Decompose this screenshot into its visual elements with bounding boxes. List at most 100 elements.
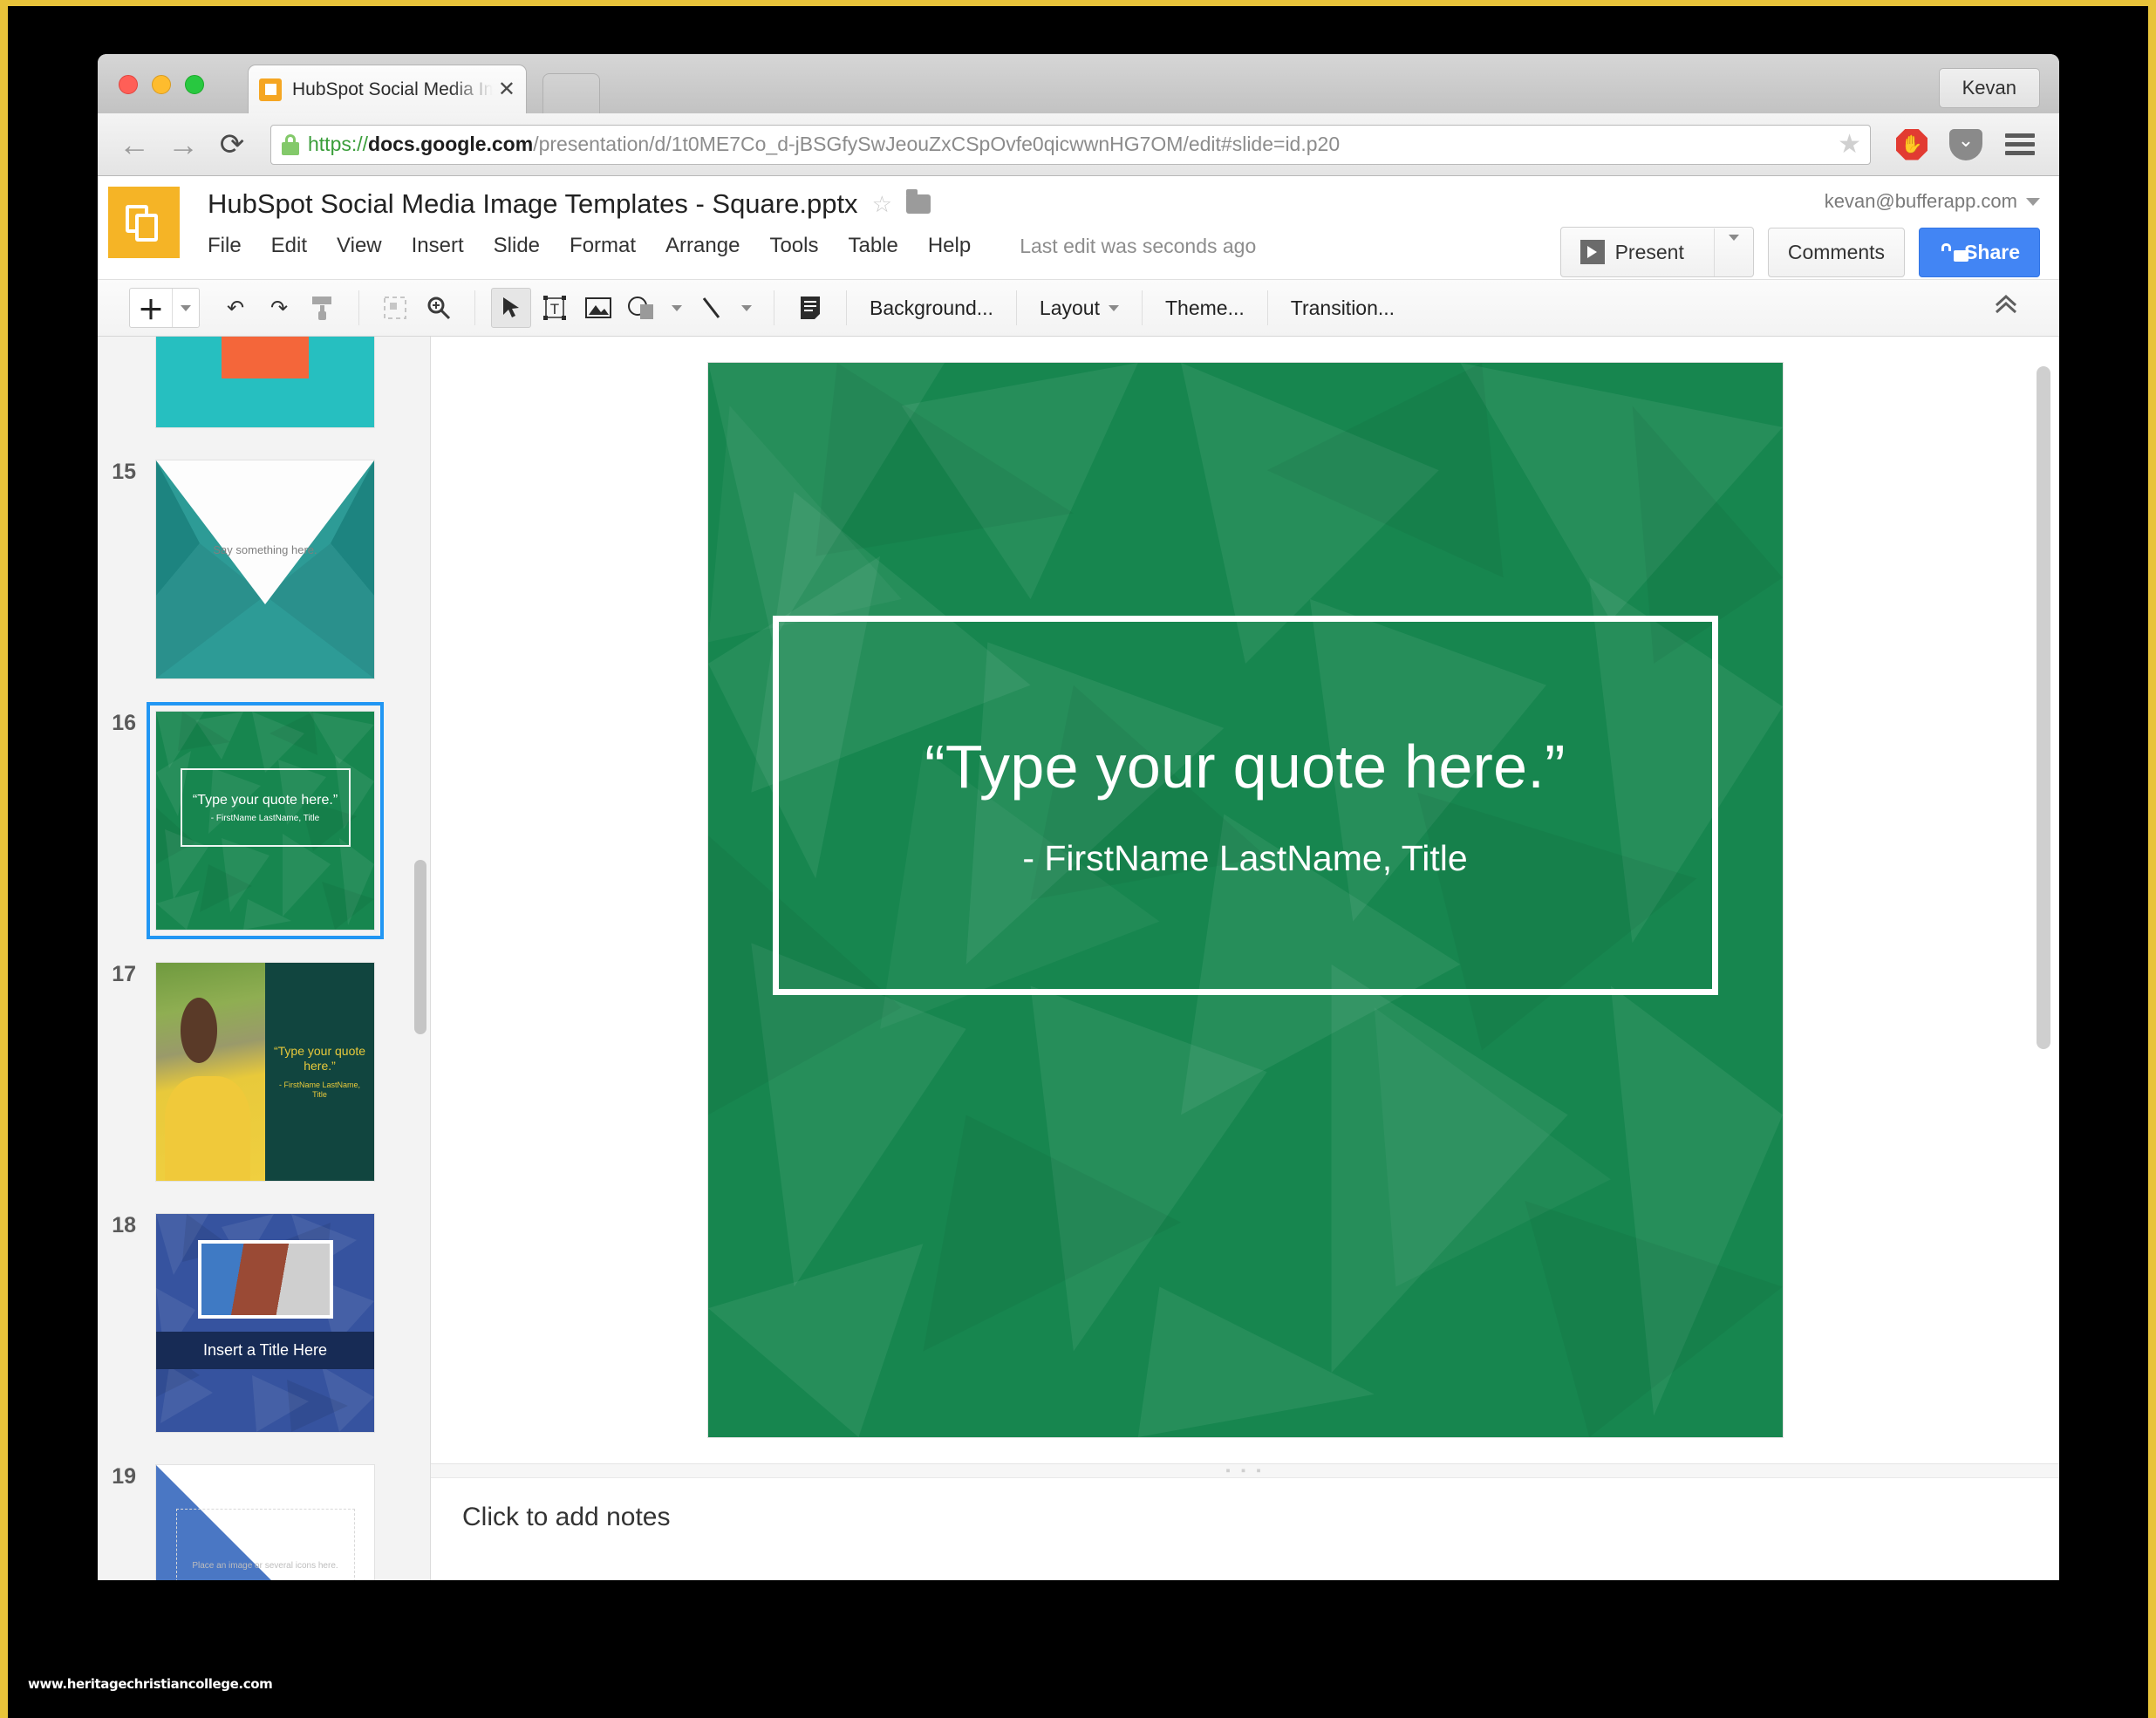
new-tab-button[interactable] xyxy=(542,73,600,113)
thumb-title-band: Insert a Title Here xyxy=(156,1332,374,1369)
present-button[interactable]: Present xyxy=(1559,227,1754,277)
account-menu[interactable]: kevan@bufferapp.com xyxy=(1560,190,2040,213)
filmstrip-slide-14[interactable]: 14 xyxy=(98,337,430,444)
undo-button[interactable]: ↶ xyxy=(215,288,256,328)
back-icon[interactable]: ← xyxy=(113,124,155,166)
address-bar[interactable]: https://docs.google.com/presentation/d/1… xyxy=(270,124,1871,165)
slides-toolbar: ＋ ↶ ↷ T Background... Layout Theme... Tr… xyxy=(98,279,2059,337)
menu-edit[interactable]: Edit xyxy=(271,234,307,258)
frame-edge-right xyxy=(2148,0,2156,1718)
textbox-tool-icon[interactable]: T xyxy=(535,288,575,328)
new-slide-dropdown-arrow[interactable] xyxy=(173,289,199,327)
profile-button[interactable]: Kevan xyxy=(1938,68,2040,108)
adblock-icon[interactable]: ✋ xyxy=(1888,121,1935,168)
star-icon[interactable]: ☆ xyxy=(872,191,892,218)
menu-file[interactable]: File xyxy=(208,234,242,258)
menu-view[interactable]: View xyxy=(337,234,382,258)
slide-thumbnail-wrap[interactable]: Insert a Title Here xyxy=(150,1208,380,1438)
share-button[interactable]: Share xyxy=(1919,227,2040,277)
slide-number: 19 xyxy=(112,1464,136,1489)
chevron-down-icon xyxy=(1108,304,1119,311)
slide-thumbnail[interactable]: “Type your quote here.” - FirstName Last… xyxy=(155,711,375,931)
page-title[interactable]: HubSpot Social Media Image Templates - S… xyxy=(208,188,858,220)
shape-dropdown-arrow[interactable] xyxy=(665,288,688,328)
comments-button[interactable]: Comments xyxy=(1767,227,1906,277)
notes-resize-handle[interactable]: ▪ ▪ ▪ xyxy=(431,1463,2059,1477)
close-window-button[interactable] xyxy=(119,75,138,94)
close-icon[interactable]: ✕ xyxy=(493,78,515,100)
text-layout-icon[interactable] xyxy=(790,288,830,328)
menu-insert[interactable]: Insert xyxy=(412,234,464,258)
new-slide-button[interactable]: ＋ xyxy=(129,288,200,328)
filmstrip-slide-17[interactable]: 17 “Type your quote here.” - FirstName L… xyxy=(98,946,430,1197)
filmstrip-slide-19[interactable]: 19 Place an image or several icons here. xyxy=(98,1449,430,1580)
folder-icon[interactable] xyxy=(905,189,931,214)
slide-thumbnail[interactable]: Say something here. xyxy=(155,460,375,679)
present-dropdown-arrow[interactable] xyxy=(1713,228,1753,276)
menu-tools[interactable]: Tools xyxy=(769,234,818,258)
filmstrip-slide-15[interactable]: 15 Say something here. xyxy=(98,444,430,695)
slide-thumbnail[interactable]: Place an image or several icons here. xyxy=(155,1464,375,1580)
layout-label: Layout xyxy=(1039,296,1100,319)
url-scheme: https:// xyxy=(308,133,369,155)
collapse-toolbar-icon[interactable] xyxy=(1991,293,2021,323)
bookmark-star-icon[interactable]: ★ xyxy=(1838,131,1861,158)
reload-icon[interactable]: ⟳ xyxy=(211,124,253,166)
menu-table[interactable]: Table xyxy=(848,234,897,258)
pocket-icon[interactable]: ⌄ xyxy=(1942,121,1989,168)
shape-tool-icon[interactable] xyxy=(622,288,662,328)
quote-text-box[interactable]: “Type your quote here.” - FirstName Last… xyxy=(772,616,1718,995)
browser-tab-active[interactable]: HubSpot Social Media Ima ✕ xyxy=(248,65,527,113)
last-edit-status[interactable]: Last edit was seconds ago xyxy=(1020,235,1256,258)
slide-thumbnail-wrap[interactable]: “Type your quote here.” - FirstName Last… xyxy=(150,957,380,1187)
transition-button[interactable]: Transition... xyxy=(1272,280,1414,336)
svg-text:T: T xyxy=(550,301,559,317)
redo-button[interactable]: ↷ xyxy=(259,288,299,328)
thumb-placeholder-text: Place an image or several icons here. xyxy=(192,1561,338,1571)
lock-icon xyxy=(1939,242,1969,262)
background-button[interactable]: Background... xyxy=(850,280,1013,336)
canvas-scrollbar[interactable] xyxy=(2037,366,2050,1434)
menu-help[interactable]: Help xyxy=(928,234,971,258)
menu-slide[interactable]: Slide xyxy=(494,234,540,258)
zoom-icon[interactable] xyxy=(419,288,459,328)
slide-thumbnail[interactable]: “Type your quote here.” - FirstName Last… xyxy=(155,962,375,1182)
chevron-down-icon[interactable] xyxy=(2026,197,2040,206)
filmstrip-scrollbar[interactable] xyxy=(414,860,426,1034)
paint-format-icon[interactable] xyxy=(303,288,343,328)
thumb-image-placeholder-art: Place an image or several icons here. xyxy=(156,1465,374,1580)
select-tool-icon[interactable] xyxy=(491,288,531,328)
url-host: docs.google.com xyxy=(368,133,534,155)
menu-format[interactable]: Format xyxy=(570,234,636,258)
menu-arrange[interactable]: Arrange xyxy=(665,234,740,258)
slide-thumbnail[interactable]: Insert a Title Here xyxy=(155,1213,375,1433)
filmstrip-slide-16[interactable]: 16 “Type your quote here.” - FirstName L… xyxy=(98,695,430,946)
filmstrip-slide-18[interactable]: 18 Insert a Title Here xyxy=(98,1197,430,1449)
slide-canvas-stage[interactable]: “Type your quote here.” - FirstName Last… xyxy=(431,337,2059,1463)
line-tool-icon[interactable] xyxy=(692,288,732,328)
speaker-notes-panel[interactable]: Click to add notes xyxy=(431,1477,2059,1580)
browser-menu-icon[interactable] xyxy=(1996,121,2043,168)
line-dropdown-arrow[interactable] xyxy=(735,288,758,328)
slide-filmstrip[interactable]: 14 15 xyxy=(98,337,431,1580)
slide-thumbnail-wrap[interactable]: Say something here. xyxy=(150,454,380,685)
insert-image-icon[interactable] xyxy=(578,288,618,328)
plus-icon[interactable]: ＋ xyxy=(130,289,172,327)
document-header: HubSpot Social Media Image Templates - S… xyxy=(98,176,2059,279)
slides-logo-icon[interactable] xyxy=(108,187,180,258)
maximize-window-button[interactable] xyxy=(185,75,204,94)
browser-nav-bar: ← → ⟳ https://docs.google.com/presentati… xyxy=(98,113,2059,176)
attribution-text[interactable]: - FirstName LastName, Title xyxy=(1022,838,1467,879)
fit-to-window-icon[interactable] xyxy=(375,288,415,328)
slide-thumbnail-wrap[interactable] xyxy=(150,337,380,433)
slide-thumbnail[interactable] xyxy=(155,337,375,428)
slide-thumbnail-wrap[interactable]: Place an image or several icons here. xyxy=(150,1459,380,1580)
forward-icon[interactable]: → xyxy=(162,124,204,166)
slide-number: 15 xyxy=(112,460,136,484)
layout-button[interactable]: Layout xyxy=(1020,280,1138,336)
quote-text[interactable]: “Type your quote here.” xyxy=(924,732,1566,801)
minimize-window-button[interactable] xyxy=(152,75,171,94)
current-slide[interactable]: “Type your quote here.” - FirstName Last… xyxy=(707,363,1783,1437)
slide-thumbnail-wrap-selected[interactable]: “Type your quote here.” - FirstName Last… xyxy=(147,702,384,939)
theme-button[interactable]: Theme... xyxy=(1146,280,1264,336)
